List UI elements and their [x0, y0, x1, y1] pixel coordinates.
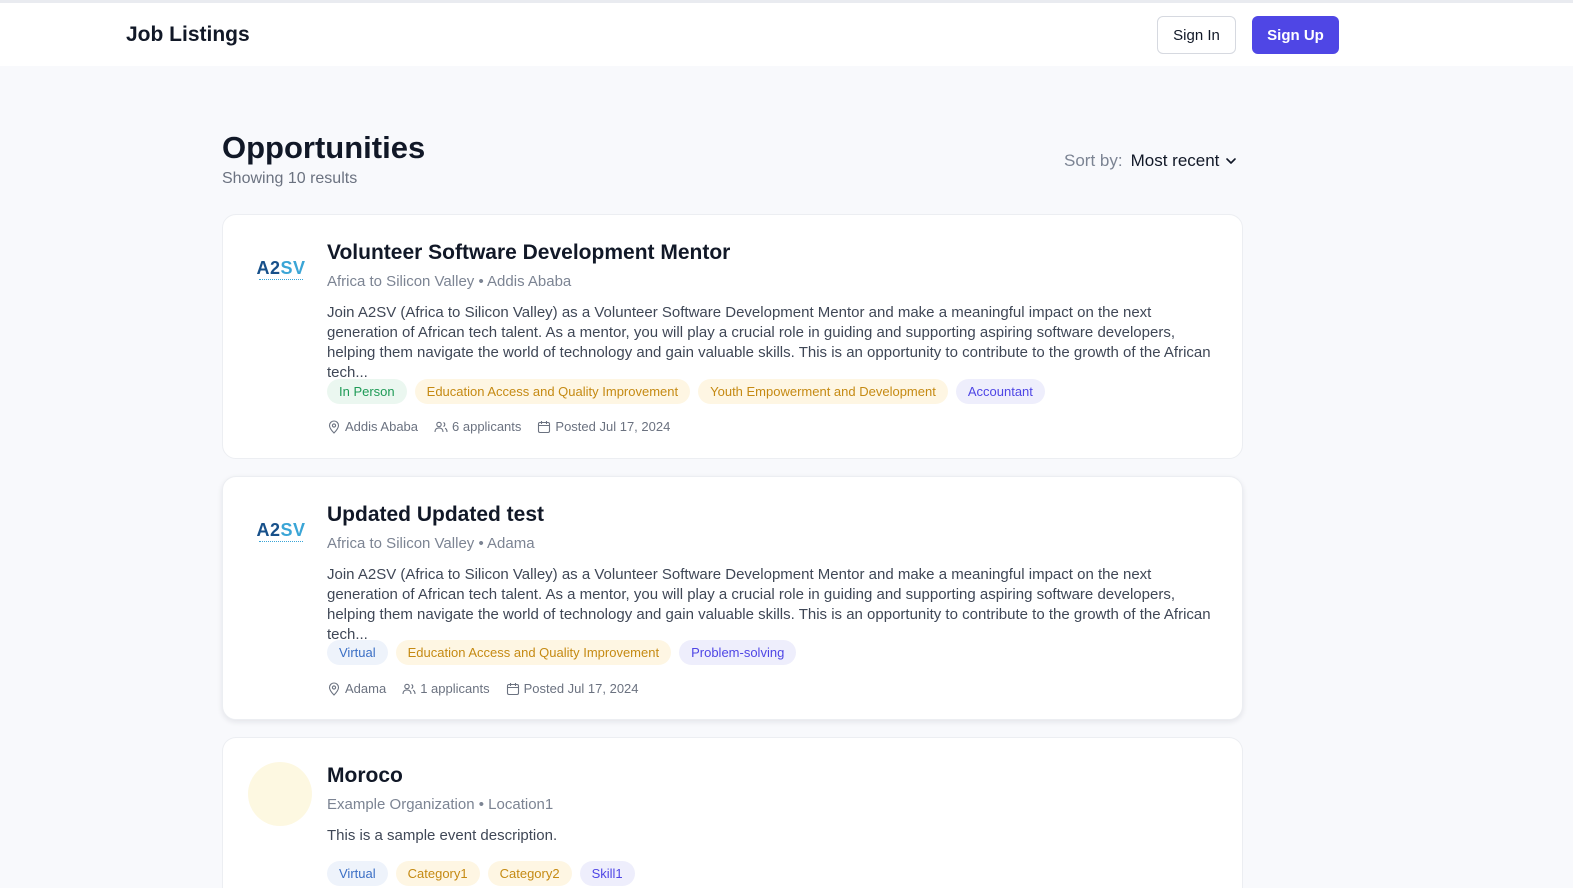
sort-dropdown[interactable]: Most recent [1131, 151, 1238, 171]
users-icon [434, 421, 448, 432]
job-applicants-text: 1 applicants [420, 681, 490, 696]
sort-control: Sort by: Most recent [1064, 151, 1237, 171]
job-applicants-text: 6 applicants [452, 419, 522, 434]
job-organization-location: Africa to Silicon Valley • Addis Ababa [327, 273, 572, 290]
logo-underline [259, 279, 303, 281]
job-location: Adama [327, 681, 386, 696]
chevron-down-icon [1226, 158, 1237, 164]
job-organization-location: Africa to Silicon Valley • Adama [327, 535, 535, 552]
company-logo: A2SV [256, 259, 306, 281]
job-posted-date: Posted Jul 17, 2024 [506, 681, 639, 696]
job-tags: In Person Education Access and Quality I… [327, 379, 1045, 404]
job-title[interactable]: Volunteer Software Development Mentor [327, 241, 730, 265]
calendar-icon [506, 682, 519, 695]
job-stats: Adama 1 applicants Posted Jul 17, 2024 [327, 681, 639, 696]
job-title[interactable]: Moroco [327, 764, 403, 788]
tag-category: Category2 [487, 861, 572, 886]
tag-category: Education Access and Quality Improvement [414, 379, 691, 404]
tag-opportunity-type: Virtual [327, 640, 388, 665]
job-location: Addis Ababa [327, 419, 418, 434]
logo-wordmark: A2SV [256, 258, 306, 278]
tag-opportunity-type: Virtual [327, 861, 388, 886]
job-posted-date: Posted Jul 17, 2024 [537, 419, 670, 434]
job-organization-location: Example Organization • Location1 [327, 796, 554, 813]
job-description: This is a sample event description. [327, 827, 558, 844]
job-tags: Virtual Education Access and Quality Imp… [327, 640, 797, 665]
company-logo: A2SV [256, 521, 306, 543]
job-card[interactable]: A2SV Volunteer Software Development Ment… [222, 214, 1243, 459]
job-posted-text: Posted Jul 17, 2024 [523, 681, 639, 696]
tag-skill: Skill1 [579, 861, 635, 886]
job-stats: Addis Ababa 6 applicants Posted Jul 17, … [327, 419, 670, 434]
tag-category: Education Access and Quality Improvement [395, 640, 672, 665]
job-tags: Virtual Category1 Category2 Skill1 [327, 861, 635, 886]
top-navbar: Job Listings Sign In Sign Up [0, 3, 1573, 66]
job-posted-text: Posted Jul 17, 2024 [555, 419, 671, 434]
job-location-text: Adama [345, 681, 387, 696]
calendar-icon [538, 420, 551, 433]
job-card[interactable]: A2SV Updated Updated test Africa to Sili… [222, 476, 1243, 720]
map-pin-icon [328, 419, 340, 434]
map-pin-icon [328, 681, 340, 696]
users-icon [402, 683, 416, 694]
page-title: Opportunities [222, 130, 426, 165]
job-location-text: Addis Ababa [345, 419, 419, 434]
tag-category: Youth Empowerment and Development [698, 379, 948, 404]
tag-skill: Problem-solving [679, 640, 797, 665]
logo-wordmark: A2SV [256, 520, 306, 540]
sort-label: Sort by: [1064, 151, 1123, 170]
sort-value: Most recent [1130, 151, 1220, 170]
job-applicants: 6 applicants [434, 419, 521, 434]
site-title[interactable]: Job Listings [126, 23, 250, 47]
tag-opportunity-type: In Person [327, 379, 407, 404]
logo-underline [259, 541, 303, 543]
results-count: Showing 10 results [222, 170, 358, 187]
tag-skill: Accountant [955, 379, 1045, 404]
job-description: Join A2SV (Africa to Silicon Valley) as … [327, 304, 1211, 381]
tag-category: Category1 [395, 861, 480, 886]
job-applicants: 1 applicants [402, 681, 490, 696]
sign-in-button[interactable]: Sign In [1157, 16, 1236, 54]
job-card[interactable]: Moroco Example Organization • Location1 … [222, 737, 1243, 888]
job-title[interactable]: Updated Updated test [327, 503, 544, 527]
job-description: Join A2SV (Africa to Silicon Valley) as … [327, 566, 1211, 643]
sign-up-button[interactable]: Sign Up [1252, 16, 1339, 54]
company-logo-placeholder [248, 762, 312, 826]
